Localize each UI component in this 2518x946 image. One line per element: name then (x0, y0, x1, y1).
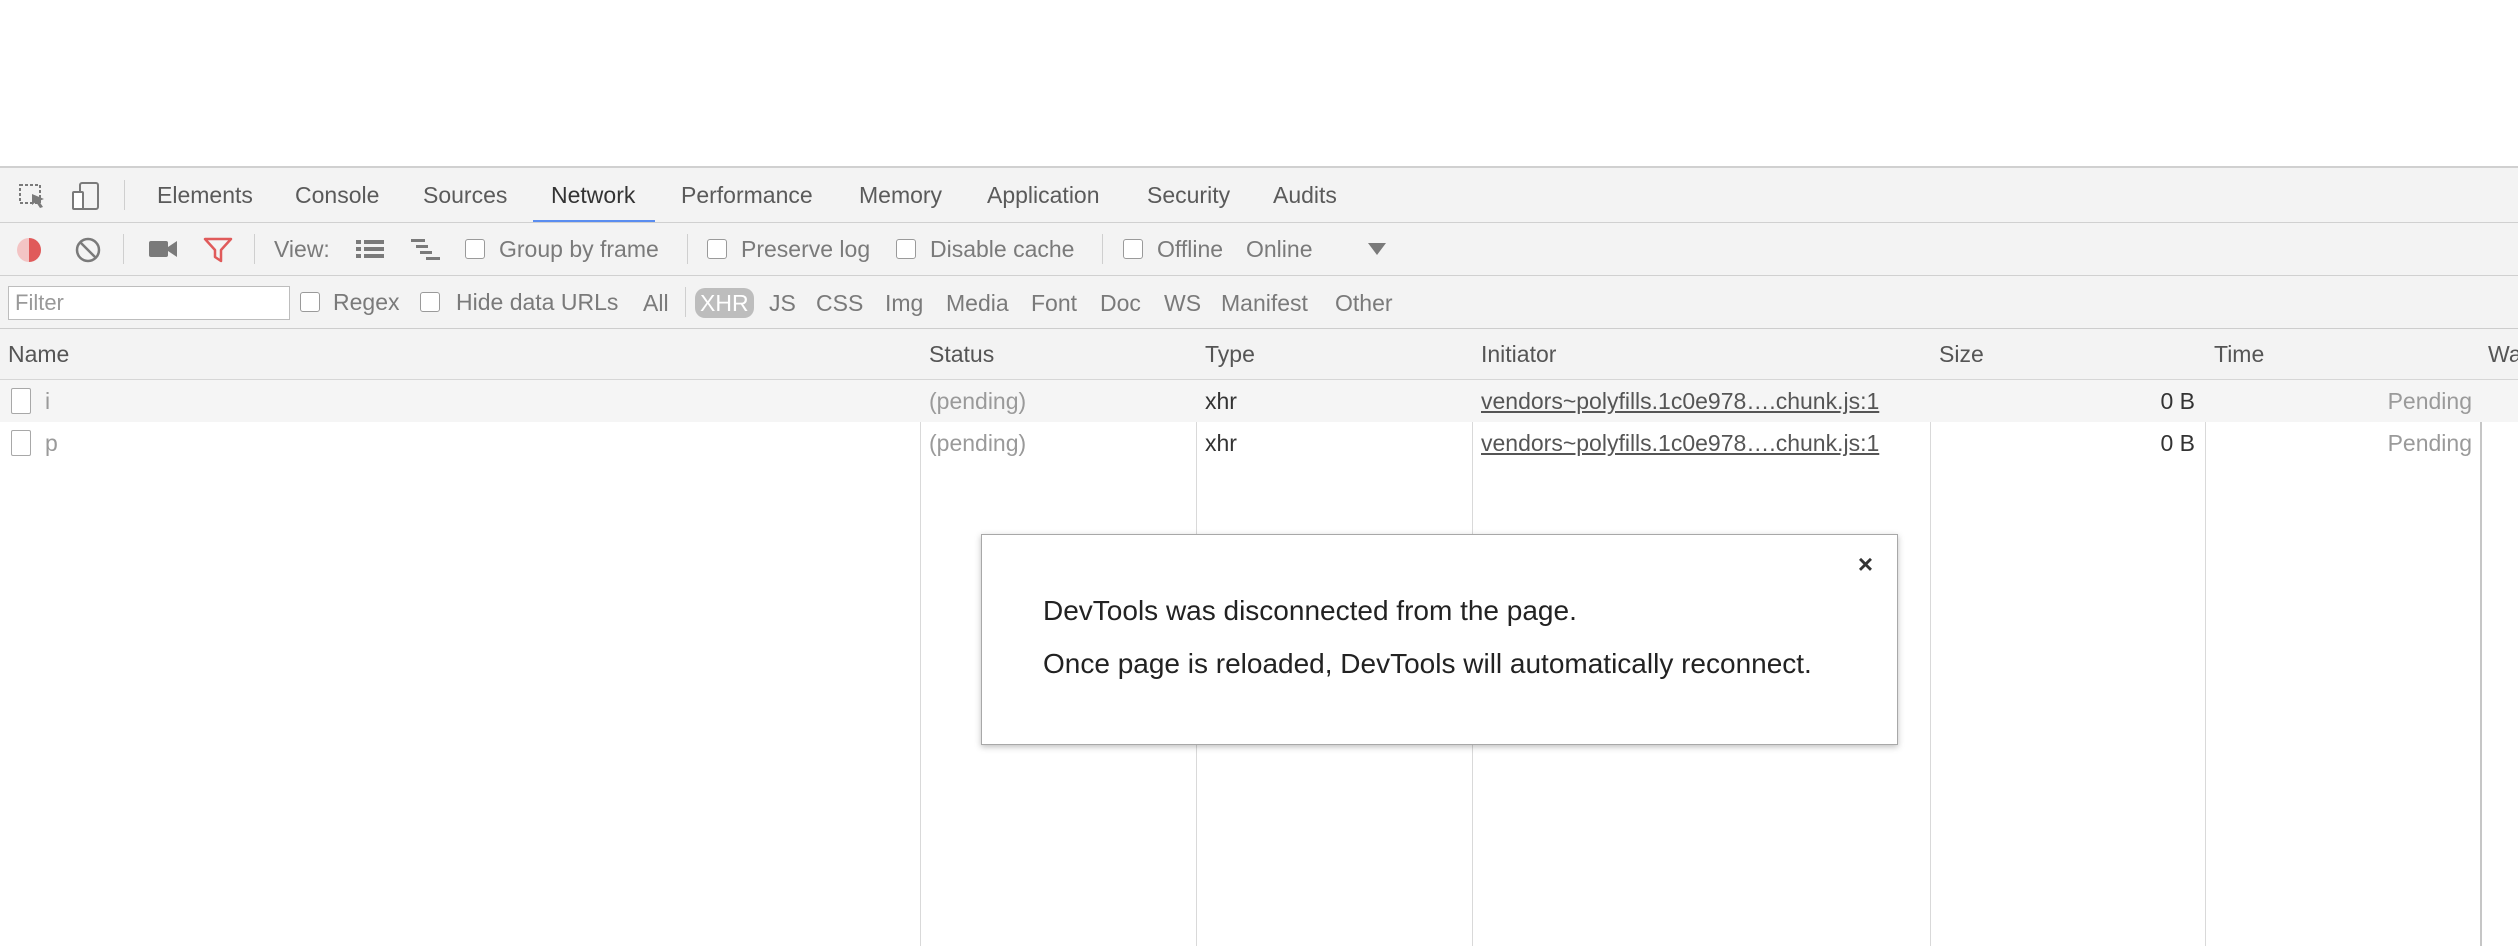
column-header-name[interactable]: Name (8, 329, 69, 379)
table-row[interactable]: p (pending) xhr vendors~polyfills.1c0e97… (0, 422, 2518, 464)
type-filter-js[interactable]: JS (769, 288, 796, 318)
filter-input[interactable] (8, 286, 290, 320)
hide-data-urls-checkbox[interactable] (420, 292, 440, 312)
tab-performance[interactable]: Performance (681, 168, 813, 222)
column-header-size[interactable]: Size (1939, 329, 1984, 379)
column-header-status[interactable]: Status (929, 329, 994, 379)
close-icon[interactable]: × (1858, 549, 1873, 580)
table-header: Name Status Type Initiator Size Time Wa (0, 329, 2518, 380)
tab-application[interactable]: Application (987, 168, 1100, 222)
device-toolbar-icon[interactable] (70, 180, 102, 217)
hide-data-urls-label[interactable]: Hide data URLs (456, 289, 618, 316)
request-name: i (45, 388, 51, 414)
column-header-time[interactable]: Time (2214, 329, 2264, 379)
request-status: (pending) (929, 388, 1027, 414)
toolbar-divider (687, 234, 688, 264)
tab-console[interactable]: Console (295, 168, 379, 222)
disconnected-dialog: × DevTools was disconnected from the pag… (981, 534, 1898, 745)
screenshot-camera-icon[interactable] (148, 238, 178, 265)
throttling-select[interactable]: Online (1246, 236, 1312, 263)
regex-checkbox[interactable] (300, 292, 320, 312)
toolbar-divider (1102, 234, 1103, 264)
inspect-element-icon[interactable] (18, 182, 48, 215)
type-filter-ws[interactable]: WS (1164, 288, 1201, 318)
tab-memory[interactable]: Memory (859, 168, 942, 222)
type-filter-font[interactable]: Font (1031, 288, 1077, 318)
toolbar-divider (124, 180, 125, 210)
type-filter-doc[interactable]: Doc (1100, 288, 1141, 318)
request-initiator-link[interactable]: vendors~polyfills.1c0e978….chunk.js:1 (1481, 380, 1879, 422)
offline-checkbox[interactable] (1123, 239, 1143, 259)
record-icon[interactable] (15, 236, 43, 269)
tab-network[interactable]: Network (532, 168, 656, 222)
preserve-log-checkbox[interactable] (707, 239, 727, 259)
inspected-page-area (0, 0, 2518, 166)
toolbar-divider (685, 287, 686, 317)
tab-audits[interactable]: Audits (1273, 168, 1337, 222)
filter-icon[interactable] (203, 237, 233, 268)
group-by-frame-checkbox[interactable] (465, 239, 485, 259)
request-status: (pending) (929, 430, 1027, 456)
view-label: View: (274, 236, 330, 262)
toolbar-divider (123, 234, 124, 264)
request-size: 0 B (2160, 388, 2195, 414)
tab-elements[interactable]: Elements (157, 168, 253, 222)
table-row[interactable]: i (pending) xhr vendors~polyfills.1c0e97… (0, 380, 2518, 422)
dialog-message-line1: DevTools was disconnected from the page. (1043, 595, 1577, 626)
request-time: Pending (2387, 388, 2472, 414)
group-by-frame-label[interactable]: Group by frame (499, 236, 659, 263)
request-type: xhr (1205, 388, 1237, 414)
request-initiator-link[interactable]: vendors~polyfills.1c0e978….chunk.js:1 (1481, 422, 1879, 464)
type-filter-css[interactable]: CSS (816, 288, 863, 318)
request-type: xhr (1205, 430, 1237, 456)
disable-cache-checkbox[interactable] (896, 239, 916, 259)
offline-label[interactable]: Offline (1157, 236, 1223, 263)
regex-label[interactable]: Regex (333, 289, 399, 316)
clear-icon[interactable] (74, 236, 102, 269)
type-filter-media[interactable]: Media (946, 288, 1009, 318)
devtools-tabbar: Elements Console Sources Network Perform… (0, 168, 2518, 223)
tab-security[interactable]: Security (1147, 168, 1230, 222)
large-rows-view-icon[interactable] (355, 238, 385, 265)
type-filter-manifest[interactable]: Manifest (1221, 288, 1308, 318)
network-toolbar: View: Group by frame Preserve log Disabl… (0, 223, 2518, 276)
file-icon (11, 430, 31, 456)
tab-sources[interactable]: Sources (423, 168, 507, 222)
column-header-initiator[interactable]: Initiator (1481, 329, 1556, 379)
dropdown-arrow-icon[interactable] (1367, 241, 1387, 262)
file-icon (11, 388, 31, 414)
request-size: 0 B (2160, 430, 2195, 456)
type-filter-all[interactable]: All (643, 288, 669, 318)
request-time: Pending (2387, 430, 2472, 456)
waterfall-view-icon[interactable] (410, 238, 442, 267)
type-filter-img[interactable]: Img (885, 288, 923, 318)
toolbar-divider (254, 234, 255, 264)
network-filterbar: Regex Hide data URLs All XHR JS CSS Img … (0, 276, 2518, 329)
dialog-message-line2: Once page is reloaded, DevTools will aut… (1043, 648, 1812, 679)
type-filter-xhr[interactable]: XHR (695, 288, 754, 318)
type-filter-other[interactable]: Other (1335, 288, 1393, 318)
column-header-type[interactable]: Type (1205, 329, 1255, 379)
disable-cache-label[interactable]: Disable cache (930, 236, 1074, 263)
preserve-log-label[interactable]: Preserve log (741, 236, 870, 263)
request-name: p (45, 430, 58, 456)
column-header-waterfall[interactable]: Wa (2488, 329, 2518, 379)
